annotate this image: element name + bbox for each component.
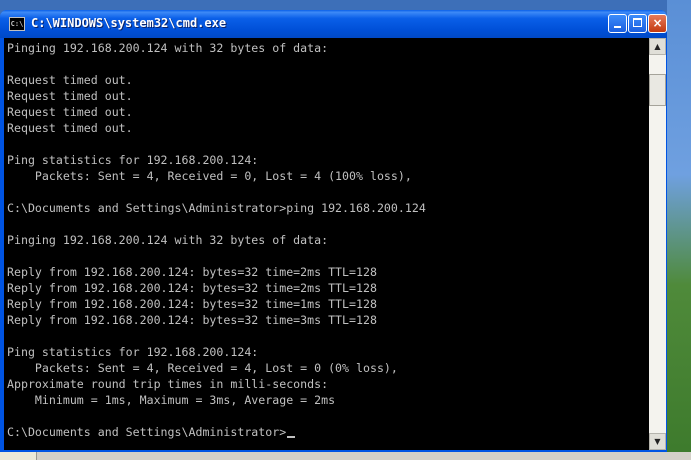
console-line: Reply from 192.168.200.124: bytes=32 tim…: [7, 297, 377, 311]
maximize-button[interactable]: [628, 14, 647, 33]
console-line: Pinging 192.168.200.124 with 32 bytes of…: [7, 41, 329, 55]
window-title: C:\WINDOWS\system32\cmd.exe: [31, 16, 227, 30]
console-line: Reply from 192.168.200.124: bytes=32 tim…: [7, 313, 377, 327]
console-line: C:\Documents and Settings\Administrator>: [7, 425, 287, 439]
console-line: Ping statistics for 192.168.200.124:: [7, 345, 259, 359]
minimize-button[interactable]: [608, 14, 627, 33]
desktop-background: [667, 0, 691, 460]
console-line: Request timed out.: [7, 73, 133, 87]
taskbar-button[interactable]: [0, 452, 37, 460]
maximize-icon: [633, 18, 642, 27]
close-button[interactable]: ×: [648, 14, 667, 33]
console-output[interactable]: Pinging 192.168.200.124 with 32 bytes of…: [4, 38, 649, 450]
scroll-down-button[interactable]: ▼: [649, 433, 666, 450]
console-line: Pinging 192.168.200.124 with 32 bytes of…: [7, 233, 329, 247]
console-line: Minimum = 1ms, Maximum = 3ms, Average = …: [7, 393, 336, 407]
taskbar-edge: [0, 452, 691, 460]
console-line: Request timed out.: [7, 89, 133, 103]
console-line: Reply from 192.168.200.124: bytes=32 tim…: [7, 265, 377, 279]
minimize-icon: [614, 26, 621, 28]
arrow-up-icon: ▲: [654, 42, 661, 51]
console-line: Packets: Sent = 4, Received = 4, Lost = …: [7, 361, 398, 375]
console-line: Reply from 192.168.200.124: bytes=32 tim…: [7, 281, 377, 295]
scroll-up-button[interactable]: ▲: [649, 38, 666, 55]
scrollbar-thumb[interactable]: [649, 74, 666, 106]
console-line: Request timed out.: [7, 121, 133, 135]
cmd-app-icon[interactable]: C:\: [9, 17, 25, 31]
vertical-scrollbar[interactable]: ▲ ▼: [649, 38, 666, 450]
console-line: Approximate round trip times in milli-se…: [7, 377, 329, 391]
console-line: C:\Documents and Settings\Administrator>…: [7, 201, 426, 215]
console-line: Request timed out.: [7, 105, 133, 119]
text-cursor: [287, 436, 296, 438]
console-line: Ping statistics for 192.168.200.124:: [7, 153, 259, 167]
arrow-down-icon: ▼: [654, 437, 661, 446]
title-bar[interactable]: C:\ C:\WINDOWS\system32\cmd.exe ×: [0, 10, 667, 38]
console-line: Packets: Sent = 4, Received = 0, Lost = …: [7, 169, 412, 183]
console-text: Pinging 192.168.200.124 with 32 bytes of…: [4, 38, 649, 440]
close-icon: ×: [652, 16, 663, 30]
cmd-window[interactable]: C:\ C:\WINDOWS\system32\cmd.exe × Pingin…: [0, 10, 667, 452]
